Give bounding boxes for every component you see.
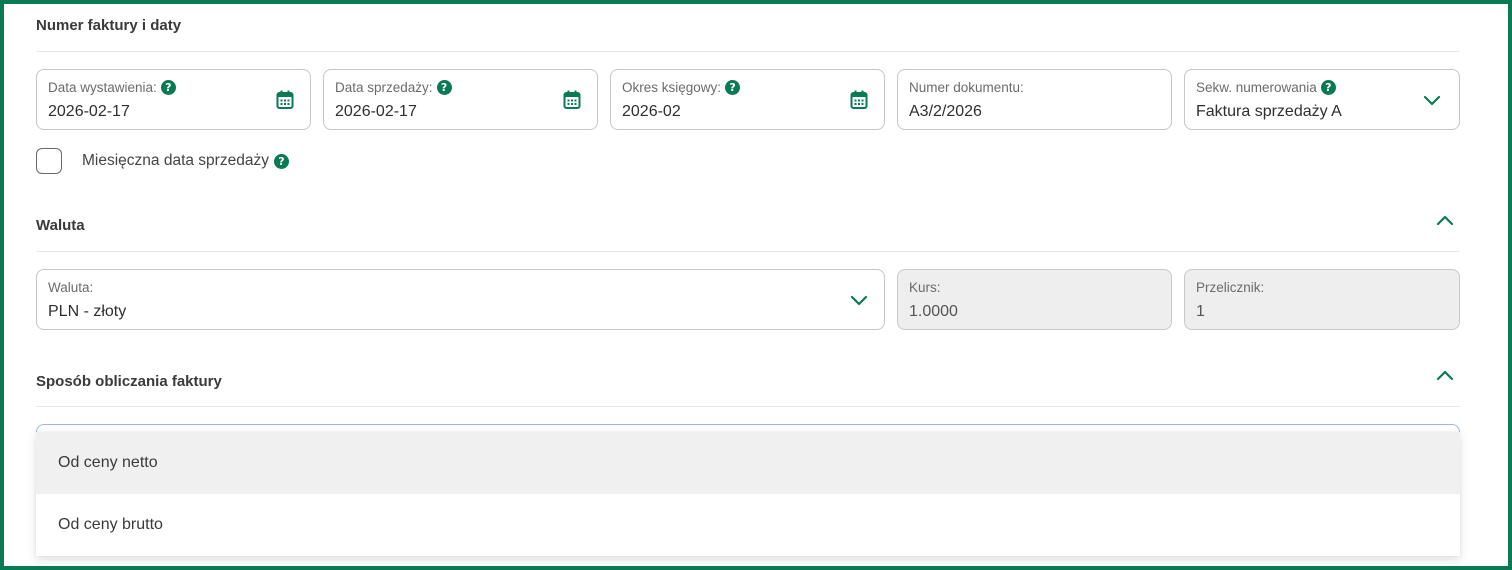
calc-method-dropdown-menu: Od ceny netto Od ceny brutto	[36, 432, 1460, 556]
converter-field: Przelicznik: 1	[1184, 269, 1460, 330]
document-number-label: Numer dokumentu:	[909, 80, 1024, 95]
help-icon[interactable]: ?	[436, 80, 452, 95]
converter-label: Przelicznik:	[1196, 280, 1265, 295]
numbering-sequence-select[interactable]: Sekw. numerowania ? Faktura sprzedaży A	[1184, 69, 1460, 130]
section-title-calc-method: Sposób obliczania faktury	[36, 373, 222, 390]
calendar-icon[interactable]	[561, 89, 583, 111]
accounting-period-value[interactable]: 2026-02	[622, 103, 681, 121]
chevron-down-icon[interactable]	[848, 289, 870, 311]
sale-date-field[interactable]: Data sprzedaży: ? 2026-02-17	[323, 69, 598, 130]
monthly-sale-date-checkbox[interactable]	[36, 148, 62, 174]
currency-select[interactable]: Waluta: PLN - złoty	[36, 269, 885, 330]
section-title-numbers-dates: Numer faktury i daty	[36, 17, 182, 34]
help-icon[interactable]: ?	[273, 153, 289, 169]
chevron-up-icon[interactable]	[1434, 365, 1456, 387]
exchange-rate-value: 1.0000	[909, 303, 958, 320]
section-title-currency: Waluta	[36, 217, 85, 234]
calendar-icon[interactable]	[274, 89, 296, 111]
sale-date-value[interactable]: 2026-02-17	[335, 103, 417, 121]
issue-date-value[interactable]: 2026-02-17	[48, 103, 130, 121]
issue-date-field[interactable]: Data wystawienia: ? 2026-02-17	[36, 69, 311, 130]
invoice-form-panel: Numer faktury i daty Data wystawienia: ?…	[0, 0, 1512, 570]
monthly-sale-date-row: Miesięczna data sprzedaży ?	[36, 148, 289, 174]
exchange-rate-label: Kurs:	[909, 280, 941, 295]
sale-date-label: Data sprzedaży: ?	[335, 80, 452, 95]
monthly-sale-date-label[interactable]: Miesięczna data sprzedaży ?	[82, 152, 289, 170]
document-number-field[interactable]: Numer dokumentu: A3/2/2026	[897, 69, 1172, 130]
issue-date-label: Data wystawienia: ?	[48, 80, 176, 95]
chevron-up-icon[interactable]	[1434, 210, 1456, 232]
accounting-period-label: Okres księgowy: ?	[622, 80, 741, 95]
exchange-rate-field: Kurs: 1.0000	[897, 269, 1172, 330]
help-icon[interactable]: ?	[1320, 80, 1336, 95]
document-number-value[interactable]: A3/2/2026	[909, 103, 982, 121]
section-header-numbers-dates: Numer faktury i daty	[36, 4, 1460, 52]
help-icon[interactable]: ?	[160, 80, 176, 95]
calendar-icon[interactable]	[848, 89, 870, 111]
numbering-sequence-label: Sekw. numerowania ?	[1196, 80, 1336, 95]
currency-label: Waluta:	[48, 280, 94, 295]
dropdown-option-gross[interactable]: Od ceny brutto	[36, 494, 1460, 556]
chevron-down-icon[interactable]	[1421, 89, 1443, 111]
numbering-sequence-value[interactable]: Faktura sprzedaży A	[1196, 103, 1342, 121]
dropdown-option-net[interactable]: Od ceny netto	[36, 432, 1460, 494]
converter-value: 1	[1196, 303, 1205, 320]
currency-value[interactable]: PLN - złoty	[48, 303, 126, 321]
section-header-calc-method: Sposób obliczania faktury	[36, 359, 1460, 407]
section-header-currency: Waluta	[36, 204, 1460, 252]
accounting-period-field[interactable]: Okres księgowy: ? 2026-02	[610, 69, 885, 130]
help-icon[interactable]: ?	[725, 80, 741, 95]
